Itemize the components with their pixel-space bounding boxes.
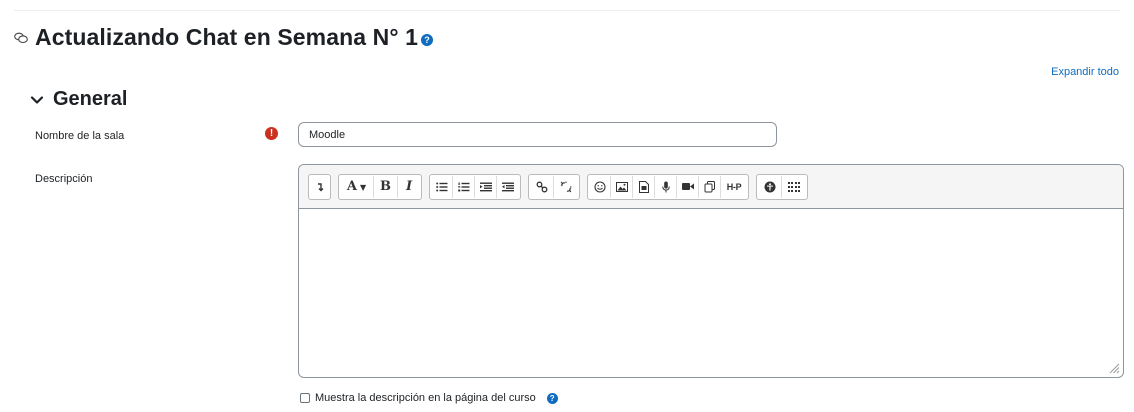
- italic-icon[interactable]: I: [398, 176, 420, 198]
- exclamation-circle-icon: !: [265, 127, 278, 140]
- h5p-icon[interactable]: H-P: [721, 176, 747, 198]
- record-video-icon[interactable]: [677, 175, 699, 198]
- question-circle-icon[interactable]: ?: [546, 392, 558, 404]
- section-general-toggle[interactable]: General: [30, 88, 127, 111]
- screenreader-helper-icon[interactable]: [782, 176, 806, 198]
- image-icon[interactable]: [611, 175, 633, 198]
- description-label: Descripción: [35, 173, 93, 185]
- question-circle-icon[interactable]: ?: [421, 34, 434, 46]
- description-editor-content[interactable]: [299, 209, 1123, 377]
- section-title: General: [53, 88, 128, 110]
- resize-grip-icon[interactable]: [1108, 362, 1120, 374]
- toolbar-group: H-P: [587, 173, 749, 200]
- name-label: Nombre de la sala: [35, 130, 125, 142]
- unordered-list-icon[interactable]: [431, 175, 453, 198]
- link-icon[interactable]: [530, 175, 554, 198]
- media-icon[interactable]: [633, 175, 655, 198]
- top-divider: [14, 10, 1120, 11]
- page-title: Actualizando Chat en Semana N° 1: [35, 24, 419, 50]
- font-style-icon[interactable]: A ▼: [340, 175, 374, 198]
- toolbar-group: [528, 173, 580, 200]
- ordered-list-icon[interactable]: [453, 175, 475, 198]
- toolbar-group: [308, 173, 331, 200]
- bold-icon[interactable]: B: [374, 175, 398, 198]
- toolbar-group: [429, 173, 521, 200]
- record-audio-icon[interactable]: [655, 175, 677, 198]
- description-editor: A ▼ B I H-P: [298, 164, 1124, 378]
- toolbar-group: [756, 173, 808, 200]
- room-name-input[interactable]: [298, 122, 777, 147]
- outdent-icon[interactable]: [475, 175, 497, 198]
- chat-icon: [14, 30, 30, 46]
- collapse-toolbar-icon[interactable]: [310, 176, 329, 198]
- show-description-label: Muestra la descripción en la página del …: [315, 392, 536, 404]
- indent-icon[interactable]: [497, 176, 519, 198]
- page-title-row: Actualizando Chat en Semana N° 1 ?: [14, 24, 434, 51]
- show-description-checkbox[interactable]: [300, 393, 310, 403]
- show-description-row: Muestra la descripción en la página del …: [300, 392, 558, 404]
- editor-toolbar: A ▼ B I H-P: [299, 165, 1123, 209]
- accessibility-checker-icon[interactable]: [758, 175, 782, 198]
- emoji-icon[interactable]: [589, 175, 611, 198]
- toolbar-group: A ▼ B I: [338, 173, 422, 200]
- unlink-icon[interactable]: [554, 176, 578, 198]
- manage-files-icon[interactable]: [699, 175, 721, 198]
- chevron-down-icon: [30, 95, 44, 104]
- expand-all-link[interactable]: Expandir todo: [1051, 66, 1119, 78]
